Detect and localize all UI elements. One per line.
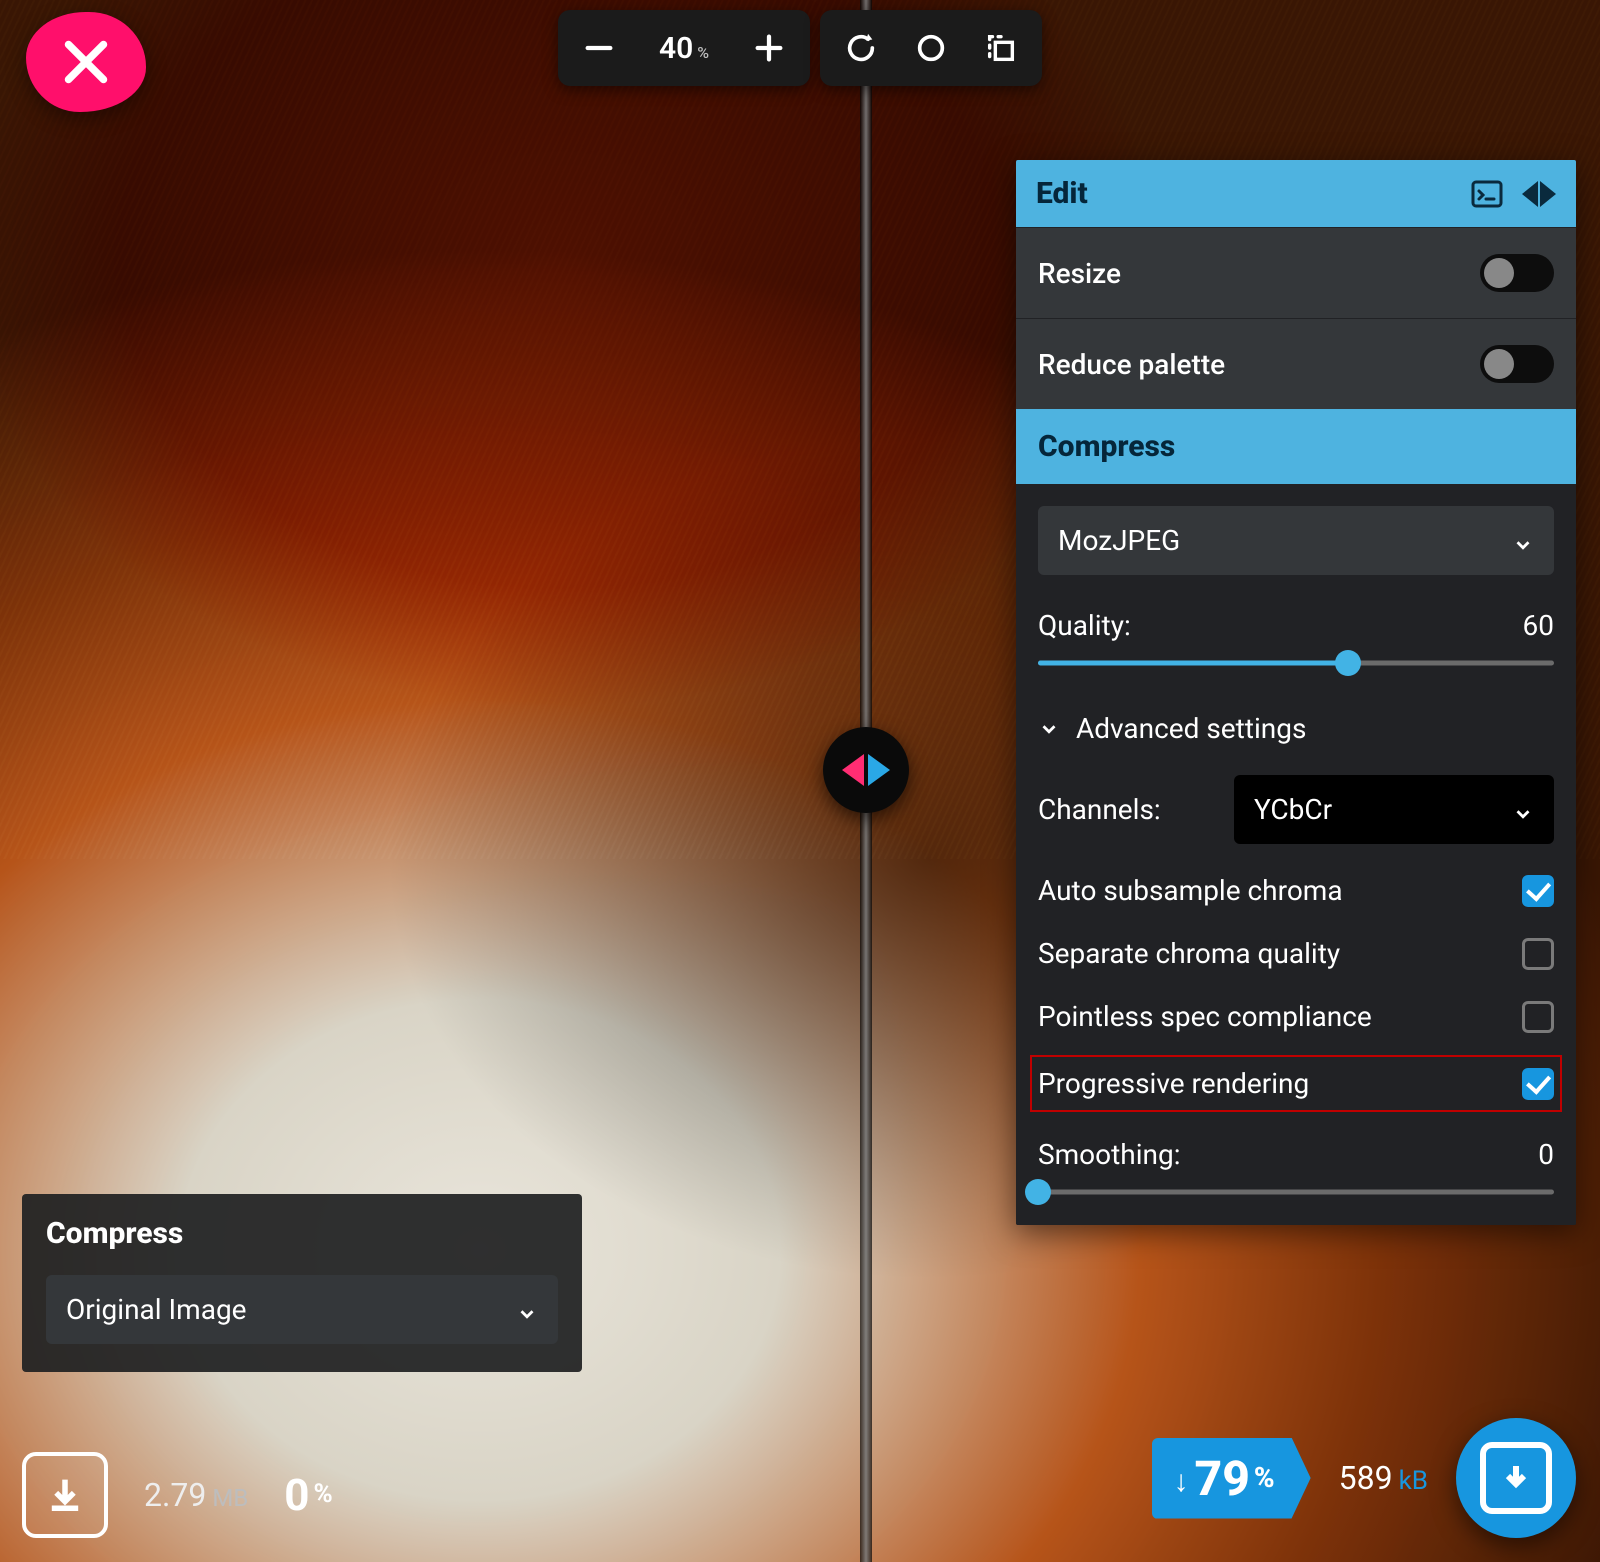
left-encoder-select[interactable]: Original Image — [46, 1275, 558, 1344]
plus-icon — [752, 31, 786, 65]
zoom-in-button[interactable] — [734, 16, 804, 80]
edit-title: Edit — [1036, 176, 1088, 211]
zoom-unit: % — [697, 43, 709, 62]
savings-badge: ↓ 79 % — [1152, 1438, 1311, 1519]
reduce-palette-row: Reduce palette — [1016, 318, 1576, 409]
quality-row: Quality: 60 — [1038, 609, 1554, 642]
right-size-value: 589 — [1339, 1459, 1393, 1497]
smoothing-row: Smoothing: 0 — [1038, 1138, 1554, 1171]
compress-body: MozJPEG Quality: 60 Advanced settings Ch… — [1016, 484, 1576, 1225]
separate-chroma-label: Separate chroma quality — [1038, 937, 1340, 970]
settings-panel: Edit Resize Reduce palette Compress MozJ… — [1016, 160, 1576, 1225]
quality-label: Quality: — [1038, 609, 1131, 642]
left-savings-value: 0 — [284, 1469, 309, 1521]
compare-left-icon — [842, 754, 864, 786]
advanced-toggle[interactable]: Advanced settings — [1038, 712, 1554, 745]
frame-icon — [984, 31, 1018, 65]
chevron-down-icon — [1038, 718, 1060, 740]
zoom-level-display[interactable]: 40 % — [634, 16, 734, 80]
pointless-label: Pointless spec compliance — [1038, 1000, 1372, 1033]
advanced-label: Advanced settings — [1076, 712, 1306, 745]
smoothing-value[interactable]: 0 — [1538, 1138, 1554, 1171]
close-button[interactable] — [26, 12, 146, 112]
transform-group — [820, 10, 1042, 86]
advanced-body: Channels: YCbCr Auto subsample chroma Se… — [1038, 775, 1554, 1203]
left-size: 2.79MB — [144, 1476, 248, 1514]
chevron-down-icon — [516, 1299, 538, 1321]
auto-subsample-row: Auto subsample chroma — [1038, 874, 1554, 907]
download-right-button[interactable] — [1456, 1418, 1576, 1538]
cli-button[interactable] — [1470, 177, 1504, 211]
progressive-row: Progressive rendering — [1038, 1063, 1554, 1104]
resize-label: Resize — [1038, 257, 1121, 290]
download-icon — [1496, 1458, 1536, 1498]
pointless-row: Pointless spec compliance — [1038, 1000, 1554, 1033]
separate-chroma-row: Separate chroma quality — [1038, 937, 1554, 970]
zoom-value: 40 — [659, 31, 693, 66]
left-output-bar: 2.79MB 0% — [22, 1452, 333, 1538]
right-size: 589kB — [1339, 1459, 1428, 1497]
close-icon — [61, 37, 111, 87]
left-compress-title: Compress — [46, 1216, 558, 1251]
auto-subsample-checkbox[interactable] — [1522, 875, 1554, 907]
reduce-palette-toggle[interactable] — [1480, 345, 1554, 383]
channels-select[interactable]: YCbCr — [1234, 775, 1554, 844]
left-size-unit: MB — [212, 1484, 248, 1512]
left-compress-panel: Compress Original Image — [22, 1194, 582, 1372]
progressive-label: Progressive rendering — [1038, 1067, 1309, 1100]
reduce-palette-label: Reduce palette — [1038, 348, 1225, 381]
swap-icon — [1522, 181, 1556, 207]
left-encoder-value: Original Image — [66, 1293, 247, 1326]
circle-icon — [914, 31, 948, 65]
channels-label: Channels: — [1038, 793, 1161, 826]
download-icon — [43, 1473, 87, 1517]
rotate-button[interactable] — [826, 16, 896, 80]
left-savings-unit: % — [314, 1479, 333, 1509]
flip-button[interactable] — [966, 16, 1036, 80]
terminal-icon — [1470, 177, 1504, 211]
quality-slider[interactable] — [1038, 652, 1554, 674]
right-output-bar: ↓ 79 % 589kB — [1152, 1418, 1576, 1538]
smoothing-slider[interactable] — [1038, 1181, 1554, 1203]
encoder-value: MozJPEG — [1058, 524, 1180, 557]
down-arrow-icon: ↓ — [1174, 1464, 1189, 1499]
left-size-value: 2.79 — [144, 1476, 206, 1514]
compare-divider[interactable] — [860, 0, 872, 1562]
download-left-button[interactable] — [22, 1452, 108, 1538]
channels-row: Channels: YCbCr — [1038, 775, 1554, 844]
right-size-unit: kB — [1399, 1466, 1428, 1496]
resize-row: Resize — [1016, 227, 1576, 318]
zoom-group: 40 % — [558, 10, 810, 86]
encoder-select[interactable]: MozJPEG — [1038, 506, 1554, 575]
compress-title: Compress — [1038, 429, 1175, 464]
background-toggle-button[interactable] — [896, 16, 966, 80]
left-savings: 0% — [284, 1469, 332, 1521]
compress-section-header: Compress — [1016, 409, 1576, 484]
quality-value[interactable]: 60 — [1523, 609, 1554, 642]
zoom-toolbar: 40 % — [558, 10, 1042, 86]
rotate-icon — [844, 31, 878, 65]
edit-section-header: Edit — [1016, 160, 1576, 227]
pointless-checkbox[interactable] — [1522, 1001, 1554, 1033]
swap-sides-button[interactable] — [1522, 177, 1556, 211]
smoothing-label: Smoothing: — [1038, 1138, 1180, 1171]
chevron-down-icon — [1512, 799, 1534, 821]
chevron-down-icon — [1512, 530, 1534, 552]
savings-value: 79 — [1195, 1450, 1250, 1507]
channels-value: YCbCr — [1254, 793, 1332, 826]
progressive-checkbox[interactable] — [1522, 1068, 1554, 1100]
zoom-out-button[interactable] — [564, 16, 634, 80]
resize-toggle[interactable] — [1480, 254, 1554, 292]
compare-handle[interactable] — [823, 727, 909, 813]
savings-unit: % — [1254, 1461, 1275, 1494]
compare-right-icon — [868, 754, 890, 786]
minus-icon — [582, 31, 616, 65]
separate-chroma-checkbox[interactable] — [1522, 938, 1554, 970]
auto-subsample-label: Auto subsample chroma — [1038, 874, 1343, 907]
